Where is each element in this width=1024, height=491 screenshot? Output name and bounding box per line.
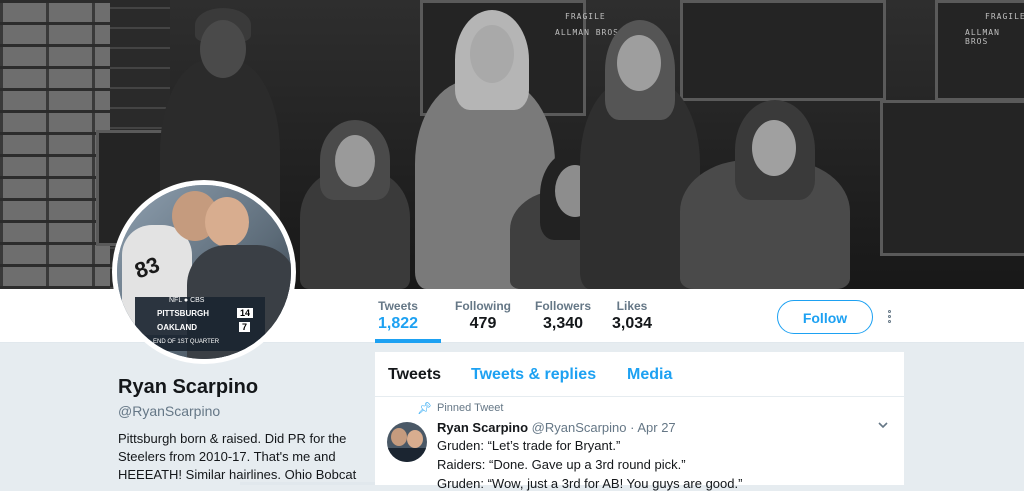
crate-label: ALLMAN BROS <box>965 28 1000 46</box>
avatar-photo: 83 NFL ● CBS PITTSBURGH 14 OAKLAND 7 END… <box>117 185 291 359</box>
tweet-date[interactable]: · Apr 27 <box>630 420 676 435</box>
bio-line: Pittsburgh born & raised. Did PR for the <box>118 431 347 446</box>
pin-icon: 📌︎ <box>417 401 433 415</box>
team2-score: 7 <box>239 322 251 332</box>
face <box>470 25 514 83</box>
tweet-author-handle[interactable]: @RyanScarpino <box>532 420 627 435</box>
pinned-text: Pinned Tweet <box>437 402 504 414</box>
team1-name: PITTSBURGH <box>157 309 209 318</box>
nav-followers-label: Followers <box>535 299 592 313</box>
network-logo: NFL ● CBS <box>169 297 205 304</box>
more-options-icon[interactable] <box>888 310 894 326</box>
team1-score: 14 <box>237 308 254 318</box>
follow-button[interactable]: Follow <box>777 300 873 334</box>
profile-handle[interactable]: @RyanScarpino <box>118 403 220 419</box>
pinned-tweet-label: 📌︎ Pinned Tweet <box>417 401 504 415</box>
game-period: END OF 1ST QUARTER <box>153 339 220 345</box>
nav-tweets-count: 1,822 <box>378 315 419 332</box>
profile-bio: Pittsburgh born & raised. Did PR for the… <box>118 430 358 484</box>
crate-label: ALLMAN BROS <box>555 28 619 37</box>
tweet-text-line: Raiders: “Done. Gave up a 3rd round pick… <box>437 457 686 472</box>
chevron-down-icon[interactable] <box>878 420 888 430</box>
road-case <box>880 100 1024 256</box>
person-face <box>205 197 249 247</box>
nav-followers-count: 3,340 <box>542 315 584 332</box>
tweet-avatar[interactable] <box>387 422 427 462</box>
nav-likes[interactable]: Likes 3,034 <box>612 299 652 333</box>
road-case <box>680 0 886 101</box>
nav-likes-count: 3,034 <box>612 315 653 332</box>
team2-name: OAKLAND <box>157 323 197 332</box>
brick-wall <box>0 0 110 289</box>
tab-media[interactable]: Media <box>627 366 672 384</box>
nav-likes-label: Likes <box>616 299 648 313</box>
tweet-author-name[interactable]: Ryan Scarpino <box>437 420 528 435</box>
face <box>335 135 375 187</box>
timeline-tabs: Tweets Tweets & replies Media <box>375 352 904 397</box>
tweet-text-line: Gruden: “Wow, just a 3rd for AB! You guy… <box>437 476 743 491</box>
crate-label: FRAGILE <box>985 12 1024 21</box>
face <box>617 35 661 91</box>
nav-followers[interactable]: Followers 3,340 <box>535 299 591 333</box>
nav-following-label: Following <box>455 299 511 313</box>
face <box>752 120 796 176</box>
tab-tweets-replies[interactable]: Tweets & replies <box>471 366 596 384</box>
timeline: Tweets Tweets & replies Media 📌︎ Pinned … <box>375 352 904 491</box>
crate-label: FRAGILE <box>565 12 606 21</box>
nav-tweets[interactable]: Tweets 1,822 <box>378 299 418 333</box>
active-tab-indicator <box>375 339 441 343</box>
profile-name: Ryan Scarpino <box>118 376 259 398</box>
face <box>200 20 246 78</box>
nav-following-count: 479 <box>469 315 497 332</box>
nav-tweets-label: Tweets <box>378 299 418 313</box>
tweet-text-line: Gruden: “Let’s trade for Bryant.” <box>437 438 621 453</box>
profile-avatar[interactable]: 83 NFL ● CBS PITTSBURGH 14 OAKLAND 7 END… <box>112 180 296 364</box>
nav-following[interactable]: Following 479 <box>455 299 511 333</box>
bio-line: Steelers from 2010-17. That's me and <box>118 449 336 464</box>
tab-tweets[interactable]: Tweets <box>388 366 441 384</box>
tweet-header: Ryan Scarpino @RyanScarpino · Apr 27 <box>437 420 676 435</box>
